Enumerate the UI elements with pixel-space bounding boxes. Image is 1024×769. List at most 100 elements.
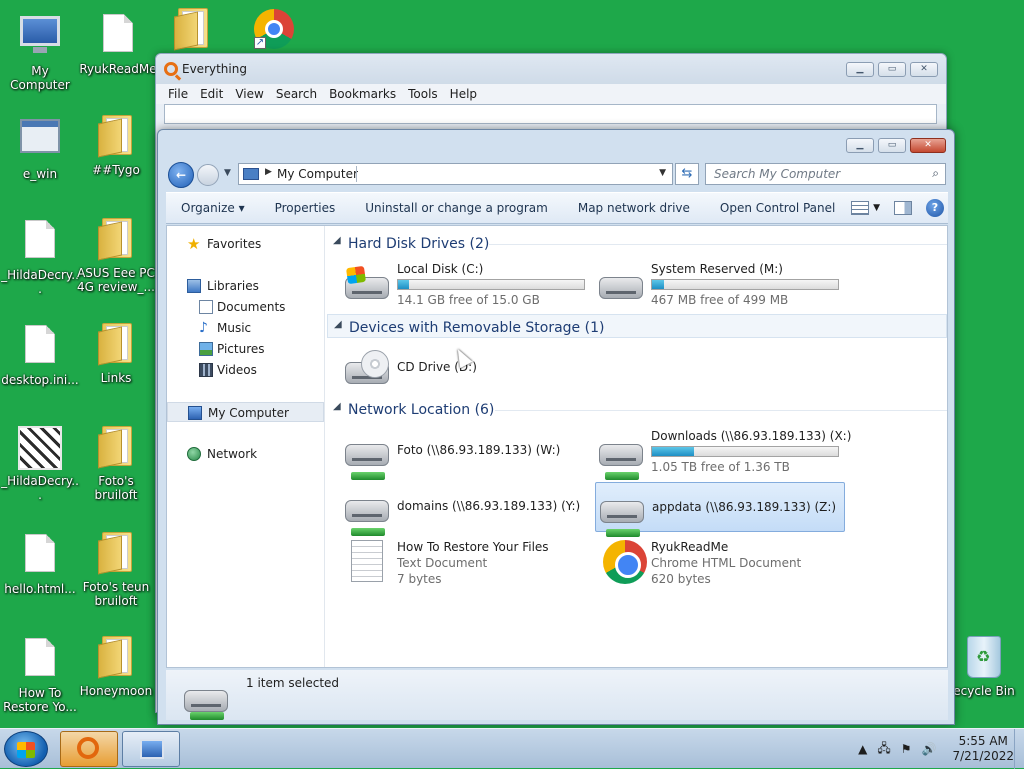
desktop-icon-ryukreadme[interactable]: RyukReadMe (78, 10, 158, 76)
chrome-icon: ↗ (254, 9, 294, 49)
network-drive-icon (184, 690, 228, 712)
group-header-hard-disk-drives[interactable]: ◢ Hard Disk Drives (2) (327, 231, 947, 255)
show-desktop-button[interactable] (1014, 729, 1024, 769)
desktop-icon-chrome[interactable]: ↗ (234, 6, 314, 57)
properties-button[interactable]: Properties (260, 201, 351, 215)
maximize-button[interactable]: ▭ (878, 138, 906, 153)
desktop-icon-hildadecry-2[interactable]: _HildaDecry... (0, 424, 80, 502)
desktop-icon-honeymoon[interactable]: Honeymoon (76, 634, 156, 698)
network-status-icon[interactable]: 🖧 (877, 739, 890, 760)
group-header-network-location[interactable]: ◢ Network Location (6) (327, 397, 947, 421)
desktop-icon-e-win[interactable]: e_win (0, 113, 80, 181)
address-bar[interactable]: ▶ My Computer ▼ (238, 163, 673, 185)
change-view-icon[interactable] (851, 201, 870, 215)
network-drive-appdata-z[interactable]: appdata (\\86.93.189.133) (Z:) (595, 482, 845, 537)
uninstall-program-button[interactable]: Uninstall or change a program (350, 201, 563, 215)
file-how-to-restore[interactable]: How To Restore Your Files Text Document … (341, 536, 591, 590)
menu-bookmarks[interactable]: Bookmarks (323, 84, 402, 104)
back-button[interactable]: ← (168, 162, 194, 188)
breadcrumb[interactable]: My Computer (277, 167, 358, 181)
map-network-drive-button[interactable]: Map network drive (563, 201, 705, 215)
everything-titlebar[interactable]: Everything ▁ ▭ ✕ (156, 54, 946, 84)
menu-search[interactable]: Search (270, 84, 323, 104)
search-input[interactable]: Search My Computer ⌕ (705, 163, 946, 185)
menu-file[interactable]: File (162, 84, 194, 104)
documents-icon (199, 300, 213, 314)
nav-music[interactable]: ♪ Music (167, 318, 324, 338)
network-drive-domains-y[interactable]: domains (\\86.93.189.133) (Y:) (341, 482, 591, 536)
network-drive-foto-w[interactable]: Foto (\\86.93.189.133) (W:) (341, 426, 591, 480)
nav-network[interactable]: Network (167, 444, 324, 464)
nav-libraries[interactable]: Libraries (167, 276, 324, 296)
desktop-icon-fotos-bruiloft[interactable]: Foto's bruiloft (76, 424, 156, 502)
close-button[interactable]: ✕ (910, 62, 938, 77)
nav-videos[interactable]: Videos (167, 360, 324, 380)
desktop-icon-links[interactable]: Links (76, 321, 156, 385)
details-pane: 1 item selected (166, 670, 948, 720)
desktop-icon-my-computer[interactable]: My Computer (0, 10, 80, 92)
menu-view[interactable]: View (229, 84, 269, 104)
network-drive-downloads-x[interactable]: Downloads (\\86.93.189.133) (X:) 1.05 TB… (595, 426, 851, 480)
drive-free-space: 1.05 TB free of 1.36 TB (651, 460, 790, 474)
address-dropdown-icon[interactable]: ▼ (659, 168, 666, 178)
organize-button[interactable]: Organize ▾ (166, 201, 260, 215)
nav-my-computer[interactable]: My Computer (167, 402, 324, 422)
clock-date: 7/21/2022 (952, 749, 1014, 763)
group-header-removable-storage[interactable]: ◢ Devices with Removable Storage (1) (327, 314, 947, 338)
file-ryukreadme[interactable]: RyukReadMe Chrome HTML Document 620 byte… (595, 536, 845, 590)
collapse-chevron-icon[interactable]: ◢ (333, 235, 341, 246)
desktop-icon-asus[interactable]: ASUS Eee PC 4G review_... (76, 216, 156, 294)
menu-help[interactable]: Help (444, 84, 483, 104)
open-control-panel-button[interactable]: Open Control Panel (705, 201, 850, 215)
close-button[interactable]: ✕ (910, 138, 946, 153)
file-name: RyukReadMe (651, 540, 729, 554)
disc-icon (361, 350, 389, 378)
desktop-icon-recycle-bin[interactable]: ecycle Bin (944, 634, 1024, 698)
explorer-titlebar[interactable]: ▁ ▭ ✕ (158, 130, 954, 160)
drive-local-disk-c[interactable]: Local Disk (C:) 14.1 GB free of 15.0 GB (341, 259, 591, 309)
group-title: Hard Disk Drives (2) (348, 236, 490, 252)
nav-documents[interactable]: Documents (167, 297, 324, 317)
action-center-flag-icon[interactable]: ⚑ (901, 742, 912, 756)
nav-favorites[interactable]: ★ Favorites (167, 234, 324, 254)
desktop-icon-tygo[interactable]: ##Tygo (76, 113, 156, 177)
maximize-button[interactable]: ▭ (878, 62, 906, 77)
volume-icon[interactable]: 🔊 (922, 742, 937, 756)
desktop-icon-desktop-ini[interactable]: desktop.ini... (0, 321, 80, 387)
desktop-icon-fotos-teun-bruiloft[interactable]: Foto's teun bruiloft (76, 530, 156, 608)
desktop-icon-hildadecry-1[interactable]: _HildaDecry... (0, 216, 80, 296)
drive-system-reserved-m[interactable]: System Reserved (M:) 467 MB free of 499 … (595, 259, 845, 309)
desktop-icon-hello-html[interactable]: hello.html... (0, 530, 80, 596)
start-button[interactable] (4, 731, 48, 767)
everything-menubar: File Edit View Search Bookmarks Tools He… (156, 84, 946, 104)
forward-button[interactable] (197, 164, 219, 186)
minimize-button[interactable]: ▁ (846, 62, 874, 77)
view-options-dropdown-icon[interactable]: ▼ (873, 203, 880, 213)
desktop-icon-folder-top[interactable] (152, 6, 232, 56)
taskbar-explorer[interactable] (122, 731, 180, 767)
collapse-chevron-icon[interactable]: ◢ (333, 401, 341, 412)
chrome-icon (603, 540, 647, 584)
search-icon[interactable]: ⌕ (932, 166, 939, 181)
help-icon[interactable]: ? (926, 199, 944, 217)
clock[interactable]: 5:55 AM 7/21/2022 (952, 734, 1014, 764)
libraries-icon (187, 279, 201, 293)
desktop-icon-how-to-restore[interactable]: How To Restore Yo... (0, 634, 80, 714)
taskbar-everything[interactable] (60, 731, 118, 767)
everything-search-input[interactable] (164, 104, 937, 124)
nav-pictures[interactable]: Pictures (167, 339, 324, 359)
minimize-button[interactable]: ▁ (846, 138, 874, 153)
preview-pane-icon[interactable] (894, 201, 912, 215)
breadcrumb-chevron-icon[interactable]: ▶ (265, 167, 272, 177)
folder-icon (98, 426, 134, 469)
file-icon (25, 220, 55, 258)
show-hidden-icons-icon[interactable]: ▲ (858, 742, 867, 756)
menu-edit[interactable]: Edit (194, 84, 229, 104)
collapse-chevron-icon[interactable]: ◢ (334, 319, 342, 330)
desktop-icon-label: Foto's teun bruiloft (82, 580, 150, 608)
recent-pages-dropdown[interactable]: ▼ (224, 168, 231, 178)
desktop-icon-label: hello.html... (4, 582, 76, 596)
computer-icon (140, 739, 164, 759)
menu-tools[interactable]: Tools (402, 84, 444, 104)
refresh-button[interactable]: ⇆ (675, 163, 699, 185)
